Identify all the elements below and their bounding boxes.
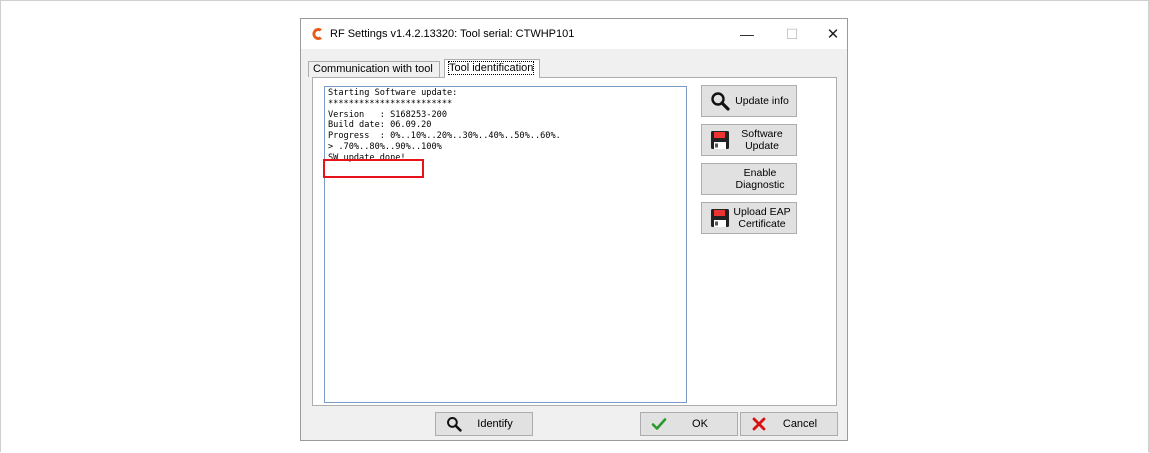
update-info-label: Update info bbox=[735, 95, 789, 107]
minimize-button[interactable]: — bbox=[729, 19, 765, 49]
software-update-button[interactable]: Software Update bbox=[701, 124, 797, 156]
tool-identification-panel: Starting Software update: **************… bbox=[312, 77, 837, 406]
search-icon bbox=[444, 414, 464, 434]
log-output[interactable]: Starting Software update: **************… bbox=[324, 86, 687, 403]
floppy-disk-icon bbox=[708, 206, 732, 230]
checkmark-icon bbox=[649, 414, 669, 434]
floppy-disk-icon bbox=[708, 128, 732, 152]
identify-label: Identify bbox=[477, 418, 513, 430]
enable-diagnostic-label-1: Enable bbox=[743, 167, 777, 179]
identify-button[interactable]: Identify bbox=[435, 412, 533, 436]
ok-label: OK bbox=[692, 418, 708, 430]
tab-tool-identification[interactable]: Tool identification bbox=[444, 59, 540, 78]
highlight-annotation bbox=[323, 159, 424, 178]
upload-eap-certificate-button[interactable]: Upload EAP Certificate bbox=[701, 202, 797, 234]
log-line: Starting Software update: bbox=[328, 88, 458, 98]
close-button[interactable]: ✕ bbox=[815, 19, 851, 49]
app-logo-icon bbox=[312, 28, 322, 40]
minimize-icon: — bbox=[740, 26, 754, 42]
cancel-button[interactable]: Cancel bbox=[740, 412, 838, 436]
enable-diagnostic-label-2: Diagnostic bbox=[735, 179, 785, 191]
close-icon: ✕ bbox=[826, 26, 840, 43]
tab-label: Tool identification bbox=[447, 61, 535, 75]
tab-communication-with-tool[interactable]: Communication with tool bbox=[308, 61, 440, 77]
log-line: > .70%..80%..90%..100% bbox=[328, 141, 442, 152]
maximize-icon: ☐ bbox=[785, 25, 799, 42]
log-line: Progress : 0%..10%..20%..30%..40%..50%..… bbox=[328, 131, 561, 142]
rf-settings-window: RF Settings v1.4.2.13320: Tool serial: C… bbox=[300, 18, 848, 441]
enable-diagnostic-button[interactable]: Enable Diagnostic bbox=[701, 163, 797, 195]
log-line: Build date: 06.09.20 bbox=[328, 120, 432, 131]
window-title: RF Settings v1.4.2.13320: Tool serial: C… bbox=[330, 28, 575, 40]
log-line: Version : S168253-200 bbox=[328, 109, 447, 120]
upload-eap-label-2: Certificate bbox=[738, 218, 786, 230]
cancel-label: Cancel bbox=[782, 418, 818, 430]
log-line: ************************ bbox=[328, 98, 453, 109]
maximize-button[interactable]: ☐ bbox=[774, 19, 810, 49]
software-update-label-2: Update bbox=[745, 140, 779, 152]
search-icon bbox=[708, 89, 732, 113]
x-icon bbox=[749, 414, 769, 434]
software-update-label-1: Software bbox=[741, 128, 783, 140]
update-info-button[interactable]: Update info bbox=[701, 85, 797, 117]
ok-button[interactable]: OK bbox=[640, 412, 738, 436]
title-bar: RF Settings v1.4.2.13320: Tool serial: C… bbox=[301, 19, 847, 49]
upload-eap-label-1: Upload EAP bbox=[733, 206, 791, 218]
